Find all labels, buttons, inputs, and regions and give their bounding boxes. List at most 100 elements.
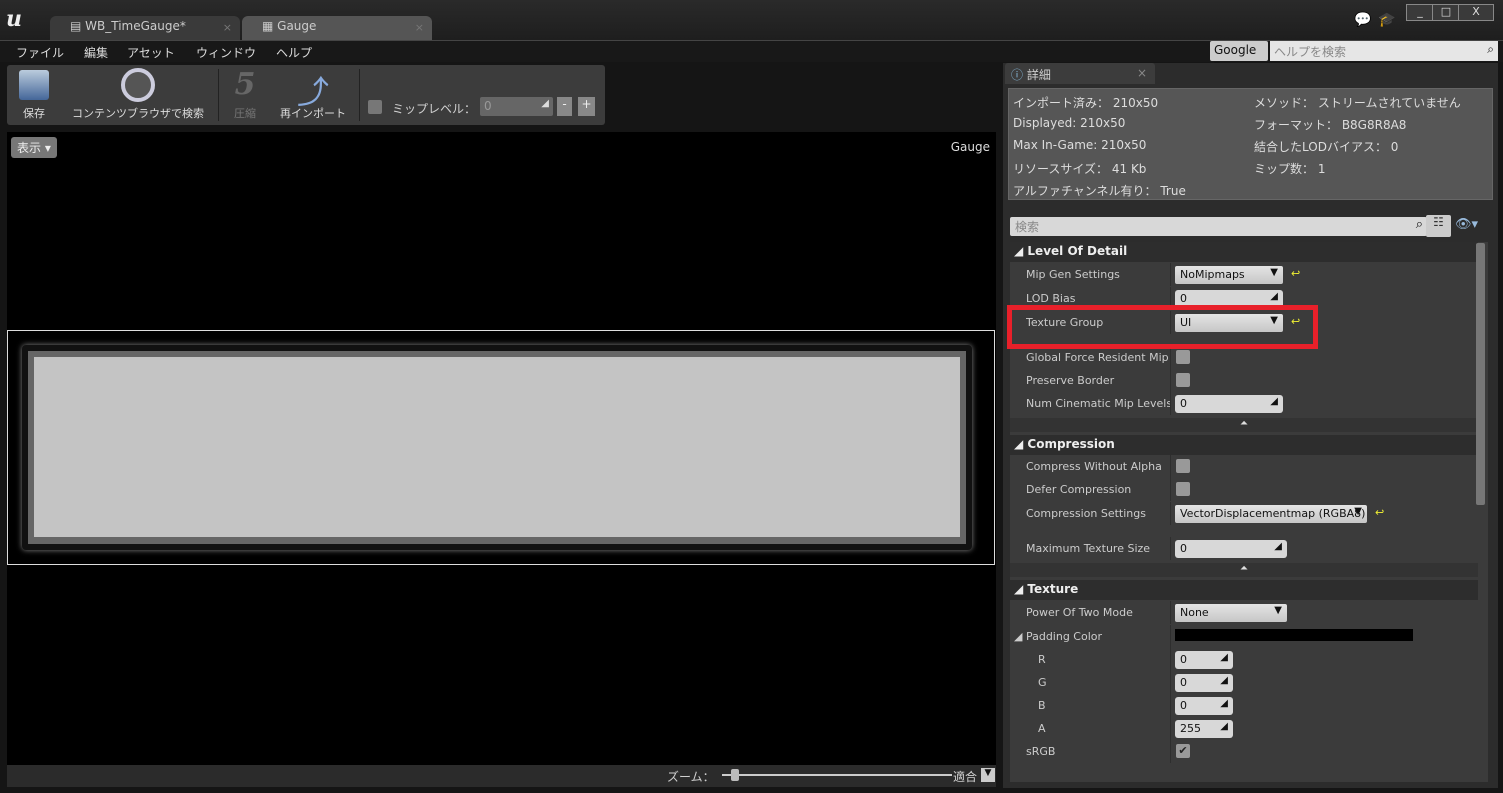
property-name: Power Of Two Mode xyxy=(1026,606,1133,619)
section-header[interactable]: ◢ Compression xyxy=(1010,435,1478,455)
property-number-input[interactable]: 0 ◢ xyxy=(1175,395,1283,413)
chat-icon[interactable]: 💬 xyxy=(1354,12,1371,28)
color-swatch[interactable] xyxy=(1175,629,1413,641)
property-checkbox[interactable] xyxy=(1176,350,1190,364)
chevron-down-icon: ▼ xyxy=(1354,506,1362,517)
mip-level-checkbox[interactable] xyxy=(368,100,382,114)
close-icon[interactable]: × xyxy=(223,21,232,34)
reimport-button[interactable]: ⤴ 再インポート xyxy=(273,65,353,125)
help-search-input[interactable]: ヘルプを検索 ⌕ xyxy=(1270,41,1498,61)
reset-to-default-icon[interactable]: ↩ xyxy=(1375,506,1384,519)
show-menu-button[interactable]: 表示 ▾ xyxy=(11,137,57,158)
save-button[interactable]: 保存 xyxy=(11,65,57,125)
mip-plus-button[interactable]: + xyxy=(578,97,595,116)
property-name: G xyxy=(1038,676,1047,689)
tab-details[interactable]: ⓘ 詳細 × xyxy=(1005,63,1155,84)
property-name: Num Cinematic Mip Levels xyxy=(1026,397,1171,410)
property-number-input[interactable]: 0 ◢ xyxy=(1175,651,1233,669)
advanced-expand-button[interactable]: ⏶ xyxy=(1010,418,1478,432)
drag-handle-icon: ◢ xyxy=(1270,396,1278,407)
widget-blueprint-icon: ▤ xyxy=(70,19,86,33)
texture-viewport[interactable]: 表示 ▾ Gauge xyxy=(7,132,996,765)
texture-info: インポート済み： 210x50 Displayed: 210x50 Max In-G… xyxy=(1008,88,1493,200)
zoom-bar: ズーム： 適合 ▼ xyxy=(7,765,996,787)
property-dropdown[interactable]: NoMipmaps ▼ xyxy=(1175,266,1283,284)
property-number-input[interactable]: 0 ◢ xyxy=(1175,697,1233,715)
property-row: B 0 ◢ xyxy=(1010,694,1475,717)
title-bar: u ▤ WB_TimeGauge* × ▦ Gauge × 💬 🎓 _ □ X xyxy=(0,0,1503,41)
property-number-input[interactable]: 255 ◢ xyxy=(1175,720,1233,738)
property-name: A xyxy=(1038,722,1046,735)
zoom-slider[interactable] xyxy=(722,774,952,776)
property-name: R xyxy=(1038,653,1046,666)
view-options-grid-button[interactable]: ☷ xyxy=(1426,215,1451,237)
property-row: Global Force Resident Mip Levels xyxy=(1010,346,1475,369)
property-number-input[interactable]: 0 ◢ xyxy=(1175,674,1233,692)
drag-handle-icon: ◢ xyxy=(1220,698,1228,709)
property-checkbox[interactable] xyxy=(1176,459,1190,473)
browse-content-button[interactable]: コンテンツブラウザで検索 xyxy=(63,65,213,125)
info-item: ミップ数： 1 xyxy=(1254,162,1326,176)
property-number-input[interactable]: 0 ◢ xyxy=(1175,540,1287,558)
tab-gauge[interactable]: ▦ Gauge × xyxy=(242,16,432,41)
zoom-dropdown-button[interactable]: ▼ xyxy=(981,768,995,782)
search-icon: ⌕ xyxy=(1415,217,1423,232)
info-item: Displayed: 210x50 xyxy=(1013,116,1126,130)
info-item: アルファチャンネル有り： True xyxy=(1013,184,1186,198)
property-dropdown[interactable]: VectorDisplacementmap (RGBA8) ▼ xyxy=(1175,505,1367,523)
details-panel: ⓘ 詳細 × インポート済み： 210x50 Displayed: 210x50 M… xyxy=(1003,63,1498,788)
info-item: 結合したLODバイアス： 0 xyxy=(1254,140,1399,154)
info-item: フォーマット： B8G8R8A8 xyxy=(1254,118,1407,132)
magnifier-icon xyxy=(121,68,155,102)
close-icon[interactable]: × xyxy=(1137,66,1147,80)
learn-icon[interactable]: 🎓 xyxy=(1378,12,1395,28)
drag-handle-icon: ◢ xyxy=(1220,721,1228,732)
reset-to-default-icon[interactable]: ↩ xyxy=(1291,267,1300,280)
mip-minus-button[interactable]: - xyxy=(557,97,572,116)
search-provider-dropdown[interactable]: Google ▾ xyxy=(1210,41,1268,71)
property-name: sRGB xyxy=(1026,745,1056,758)
property-name: B xyxy=(1038,699,1046,712)
collapse-triangle-icon: ◢ xyxy=(1014,437,1028,451)
unreal-logo: u xyxy=(6,6,22,32)
property-checkbox[interactable]: ✔ xyxy=(1176,744,1190,758)
property-name: Defer Compression xyxy=(1026,483,1132,496)
menu-window[interactable]: ウィンドウ xyxy=(196,44,256,61)
property-checkbox[interactable] xyxy=(1176,373,1190,387)
compress-button[interactable]: 5 圧縮 xyxy=(225,65,265,125)
maximize-button[interactable]: □ xyxy=(1432,4,1460,21)
property-name: Mip Gen Settings xyxy=(1026,268,1120,281)
tab-wb-timegauge[interactable]: ▤ WB_TimeGauge* × xyxy=(50,16,240,41)
collapse-triangle-icon: ◢ xyxy=(1014,582,1028,596)
section-header[interactable]: ◢ Texture xyxy=(1010,580,1478,600)
property-row: G 0 ◢ xyxy=(1010,671,1475,694)
search-icon: ⌕ xyxy=(1487,42,1494,56)
compress-icon: 5 xyxy=(234,67,256,102)
scrollbar-thumb[interactable] xyxy=(1476,243,1485,505)
collapse-triangle-icon: ◢ xyxy=(1014,244,1028,258)
section-header[interactable]: ◢ Level Of Detail xyxy=(1010,242,1478,262)
eye-visibility-icon[interactable]: 👁▾ xyxy=(1455,217,1478,232)
info-item: Max In-Game: 210x50 xyxy=(1013,138,1147,152)
property-dropdown[interactable]: None ▼ xyxy=(1175,604,1287,622)
menu-asset[interactable]: アセット xyxy=(127,44,175,61)
drag-handle-icon: ◢ xyxy=(1274,541,1282,552)
menu-file[interactable]: ファイル xyxy=(16,44,64,61)
property-row: sRGB ✔ xyxy=(1010,740,1475,763)
mip-level-input[interactable]: 0 ◢ xyxy=(480,97,553,116)
property-row: R 0 ◢ xyxy=(1010,648,1475,671)
chevron-down-icon: ▼ xyxy=(1274,605,1282,616)
property-name: Global Force Resident Mip Levels xyxy=(1026,351,1171,364)
info-item: インポート済み： 210x50 xyxy=(1013,96,1159,110)
close-icon[interactable]: × xyxy=(415,21,424,34)
zoom-slider-thumb[interactable] xyxy=(731,769,740,781)
menu-edit[interactable]: 編集 xyxy=(84,44,108,61)
info-item: リソースサイズ： 41 Kb xyxy=(1013,162,1147,176)
advanced-expand-button[interactable]: ⏶ xyxy=(1010,563,1478,577)
minimize-button[interactable]: _ xyxy=(1406,4,1434,21)
property-checkbox[interactable] xyxy=(1176,482,1190,496)
property-row: A 255 ◢ xyxy=(1010,717,1475,740)
menu-help[interactable]: ヘルプ xyxy=(276,44,312,61)
property-search-input[interactable]: 検索 ⌕ xyxy=(1010,217,1427,236)
close-button[interactable]: X xyxy=(1458,4,1494,21)
